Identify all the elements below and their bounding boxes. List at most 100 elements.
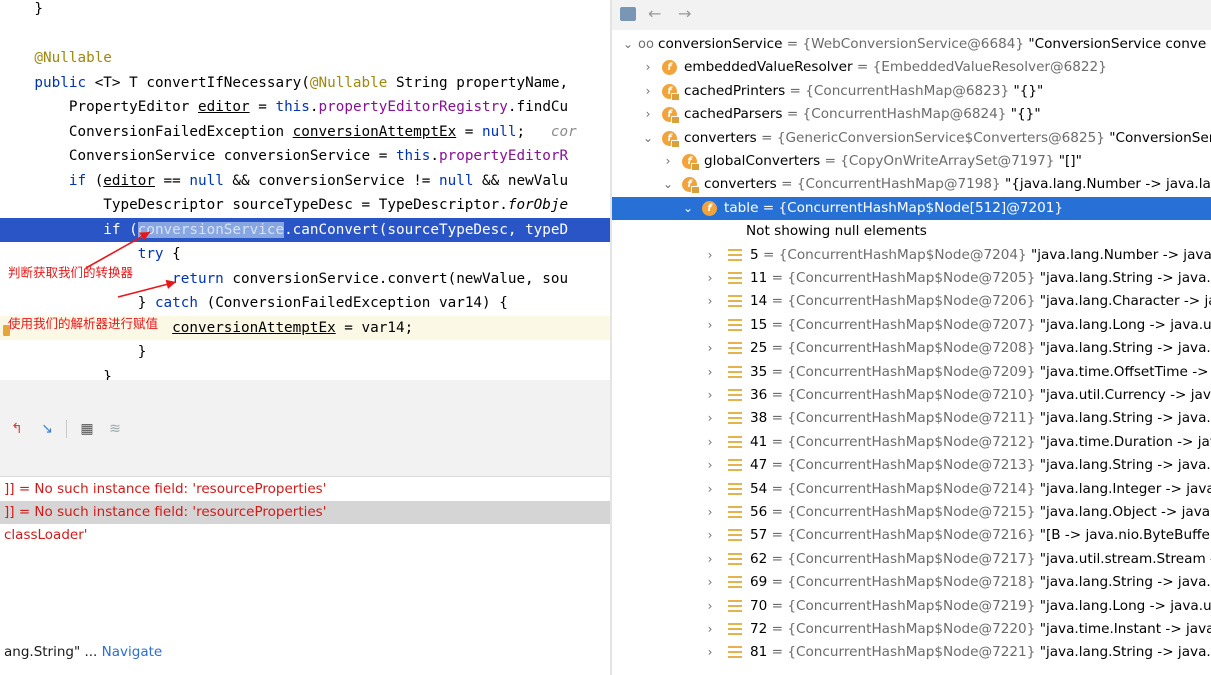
code-token: <T> T convertIfNecessary(: [94, 74, 310, 91]
step-out-icon[interactable]: ↰: [8, 420, 26, 438]
expand-arrow-icon[interactable]: ›: [704, 361, 716, 384]
tree-row[interactable]: Not showing null elements: [612, 220, 1211, 243]
code-line[interactable]: }: [0, 365, 612, 381]
tree-row-text: 72 = {ConcurrentHashMap$Node@7220} "java…: [750, 618, 1211, 641]
array-element-icon: [728, 295, 742, 308]
variable-type: = {ConcurrentHashMap$Node@7207}: [767, 316, 1040, 333]
tree-row[interactable]: › 25 = {ConcurrentHashMap$Node@7208} "jav…: [612, 337, 1211, 360]
execution-point-line[interactable]: if (conversionService.canConvert(sourceT…: [0, 217, 612, 242]
expand-arrow-icon[interactable]: ›: [642, 56, 654, 79]
expand-arrow-icon[interactable]: ›: [704, 641, 716, 664]
tree-row[interactable]: › f cachedParsers = {ConcurrentHashMap@682…: [612, 103, 1211, 126]
code-line[interactable]: public <T> T convertIfNecessary(@Nullabl…: [0, 71, 612, 95]
tree-row[interactable]: › 54 = {ConcurrentHashMap$Node@7214} "jav…: [612, 478, 1211, 501]
tree-row[interactable]: ⌄ oo conversionService = {WebConversionSer…: [612, 33, 1211, 56]
code-line[interactable]: TypeDescriptor sourceTypeDesc = TypeDesc…: [0, 193, 612, 217]
expand-arrow-icon[interactable]: ›: [704, 501, 716, 524]
code-line[interactable]: }: [0, 0, 612, 21]
expand-arrow-icon[interactable]: ›: [704, 407, 716, 430]
run-to-cursor-icon[interactable]: ↘: [38, 420, 56, 438]
tree-row[interactable]: › 14 = {ConcurrentHashMap$Node@7206} "jav…: [612, 290, 1211, 313]
navigate-link[interactable]: Navigate: [102, 644, 163, 660]
tree-row[interactable]: › 15 = {ConcurrentHashMap$Node@7207} "jav…: [612, 314, 1211, 337]
code-line[interactable]: } catch (ConversionFailedException var14…: [0, 291, 612, 315]
tree-row[interactable]: › 81 = {ConcurrentHashMap$Node@7221} "jav…: [612, 641, 1211, 664]
code-token: null: [189, 172, 224, 189]
code-token: (: [94, 172, 104, 189]
expand-arrow-icon[interactable]: ›: [704, 548, 716, 571]
expand-arrow-icon[interactable]: ›: [704, 571, 716, 594]
back-arrow-icon[interactable]: ←: [648, 4, 661, 23]
expand-arrow-icon[interactable]: ›: [704, 478, 716, 501]
expand-arrow-icon[interactable]: ›: [704, 290, 716, 313]
collapse-arrow-icon[interactable]: ⌄: [662, 173, 674, 196]
tree-row[interactable]: › f cachedPrinters = {ConcurrentHashMap@68…: [612, 80, 1211, 103]
tree-row[interactable]: › 38 = {ConcurrentHashMap$Node@7211} "jav…: [612, 407, 1211, 430]
expand-arrow-icon[interactable]: ›: [704, 267, 716, 290]
tree-row[interactable]: › 56 = {ConcurrentHashMap$Node@7215} "jav…: [612, 501, 1211, 524]
code-line[interactable]: ConversionService conversionService = th…: [0, 144, 612, 168]
code-token: this: [275, 99, 310, 115]
trace-icon[interactable]: ≋: [106, 420, 124, 438]
code-line[interactable]: @Nullable: [0, 46, 612, 70]
code-line[interactable]: }: [0, 340, 612, 364]
variable-type: = {ConcurrentHashMap$Node@7220}: [767, 621, 1040, 637]
tree-row[interactable]: › 47 = {ConcurrentHashMap$Node@7213} "jav…: [612, 454, 1211, 477]
expand-arrow-icon[interactable]: ›: [642, 103, 654, 126]
expand-arrow-icon[interactable]: ›: [704, 454, 716, 477]
code-token: }: [0, 344, 147, 360]
expand-arrow-icon[interactable]: ›: [704, 595, 716, 618]
code-token: (ConversionFailedException var14) {: [197, 295, 508, 311]
variable-name: 35: [750, 363, 768, 380]
expand-arrow-icon[interactable]: ›: [642, 80, 654, 103]
tree-row[interactable]: › 70 = {ConcurrentHashMap$Node@7219} "jav…: [612, 595, 1211, 618]
expand-arrow-icon[interactable]: ›: [704, 314, 716, 337]
variable-value: "java.util.stream.Stream -: [1039, 550, 1211, 567]
tree-row[interactable]: › 69 = {ConcurrentHashMap$Node@7218} "jav…: [612, 571, 1211, 594]
variable-value: "java.lang.Long -> java.uti: [1039, 316, 1211, 333]
expand-arrow-icon[interactable]: ›: [704, 431, 716, 454]
code-token: }: [0, 368, 112, 381]
console-line[interactable]: ]] = No such instance field: 'resourcePr…: [0, 478, 610, 501]
expand-arrow-icon[interactable]: ›: [704, 524, 716, 547]
variable-type: = {ConcurrentHashMap$Node@7217}: [767, 550, 1040, 567]
expand-arrow-icon[interactable]: ›: [704, 337, 716, 360]
code-line[interactable]: ConversionFailedException conversionAtte…: [0, 120, 612, 144]
tree-row[interactable]: › f embeddedValueResolver = {EmbeddedValue…: [612, 56, 1211, 79]
tree-row[interactable]: › 11 = {ConcurrentHashMap$Node@7205} "jav…: [612, 267, 1211, 290]
tree-row[interactable]: › 41 = {ConcurrentHashMap$Node@7212} "jav…: [612, 431, 1211, 454]
tree-row[interactable]: › 72 = {ConcurrentHashMap$Node@7220} "jav…: [612, 618, 1211, 641]
code-line[interactable]: [0, 22, 612, 46]
console-line[interactable]: classLoader': [0, 524, 610, 547]
array-element-icon: [728, 365, 742, 379]
tree-row[interactable]: › 5 = {ConcurrentHashMap$Node@7204} "java…: [612, 244, 1211, 267]
code-line[interactable]: if (editor == null && conversionService …: [0, 169, 612, 193]
code-line[interactable]: PropertyEditor editor = this.propertyEdi…: [0, 95, 612, 119]
tree-row[interactable]: ⌄ f converters = {GenericConversionService…: [612, 127, 1211, 150]
tree-row[interactable]: › 57 = {ConcurrentHashMap$Node@7216} "[B …: [612, 524, 1211, 547]
variable-type: = {ConcurrentHashMap$Node@7218}: [767, 574, 1040, 591]
tree-row-text: conversionService = {WebConversionServic…: [658, 33, 1206, 56]
expand-arrow-icon[interactable]: ›: [704, 618, 716, 641]
expand-arrow-icon[interactable]: ›: [704, 244, 716, 267]
code-token: ==: [154, 172, 190, 189]
variable-type: = {GenericConversionService$Converters@6…: [756, 129, 1110, 146]
tree-row[interactable]: › 35 = {ConcurrentHashMap$Node@7209} "jav…: [612, 361, 1211, 384]
tree-row[interactable]: ⌄ f converters = {ConcurrentHashMap@7198} …: [612, 173, 1211, 196]
tree-row-text: 62 = {ConcurrentHashMap$Node@7217} "java…: [750, 548, 1211, 571]
expand-arrow-icon[interactable]: ›: [704, 384, 716, 407]
tree-row[interactable]: ⌄ f table = {ConcurrentHashMap$Node[512]@7…: [612, 196, 1211, 220]
console-line[interactable]: ]] = No such instance field: 'resourcePr…: [0, 501, 610, 524]
code-token: ConversionService conversionService =: [0, 148, 396, 164]
restore-layout-icon[interactable]: [620, 7, 636, 21]
forward-arrow-icon[interactable]: →: [678, 4, 691, 23]
variable-type: = {ConcurrentHashMap$Node@7213}: [767, 457, 1040, 474]
collapse-arrow-icon[interactable]: ⌄: [642, 127, 654, 150]
tree-row[interactable]: › 36 = {ConcurrentHashMap$Node@7210} "jav…: [612, 384, 1211, 407]
collapse-arrow-icon[interactable]: ⌄: [682, 197, 694, 220]
evaluate-icon[interactable]: ▦: [78, 420, 96, 438]
tree-row[interactable]: › f globalConverters = {CopyOnWriteArraySe…: [612, 150, 1211, 173]
collapse-arrow-icon[interactable]: ⌄: [622, 33, 634, 56]
expand-arrow-icon[interactable]: ›: [662, 150, 674, 173]
tree-row[interactable]: › 62 = {ConcurrentHashMap$Node@7217} "jav…: [612, 548, 1211, 571]
